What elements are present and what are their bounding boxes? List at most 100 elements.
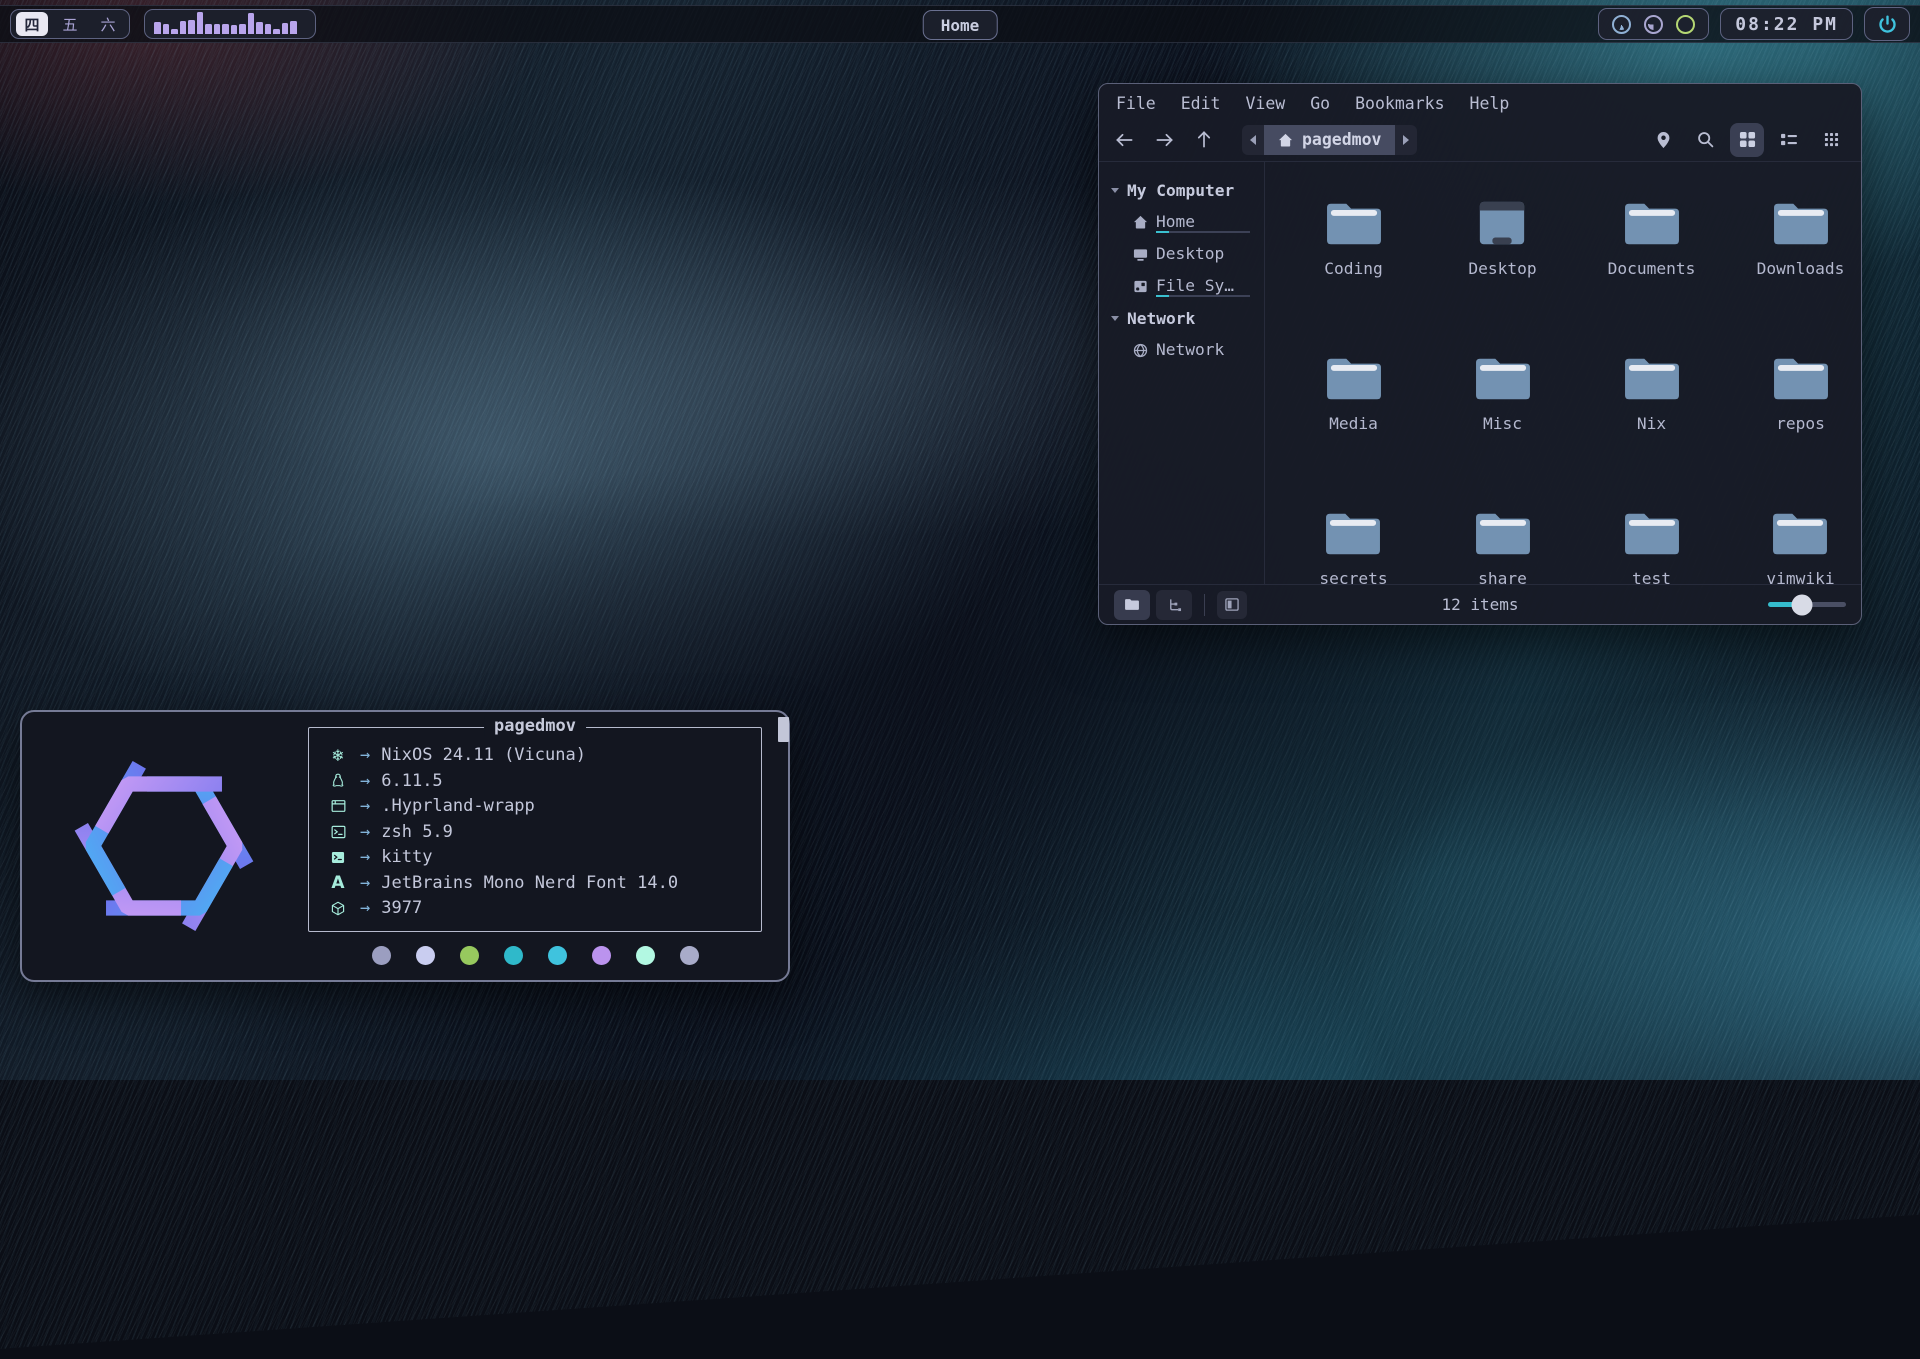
shell-value: zsh 5.9 xyxy=(381,822,453,842)
folder-icon xyxy=(1472,508,1534,560)
places-pane-button[interactable] xyxy=(1114,590,1150,620)
home-icon xyxy=(1278,133,1293,147)
workspace-4[interactable]: 四 xyxy=(16,12,48,36)
network-globe-icon xyxy=(1132,343,1148,358)
folder-icon xyxy=(1472,353,1534,405)
fastfetch-row-shell: → zsh 5.9 xyxy=(325,819,745,845)
visualizer-bar xyxy=(214,24,221,34)
arrow-glyph: → xyxy=(360,847,370,867)
compact-view-icon xyxy=(1824,132,1839,147)
sidebar-section-network[interactable]: Network xyxy=(1111,302,1264,334)
arrow-glyph: → xyxy=(360,745,370,765)
visualizer-bar xyxy=(154,22,161,35)
visualizer-bar xyxy=(171,29,178,34)
system-gauges xyxy=(1598,8,1709,40)
fastfetch-frame: pagedmov ❄ → NixOS 24.11 (Vicuna) → 6.11… xyxy=(308,727,762,932)
sidebar-item-home[interactable]: Home xyxy=(1132,206,1264,238)
terminal-cursor xyxy=(778,717,789,742)
menu-help[interactable]: Help xyxy=(1470,94,1510,113)
icon-view-button[interactable] xyxy=(1730,123,1764,157)
arrow-glyph: → xyxy=(360,771,370,791)
active-window-title: Home xyxy=(923,10,998,40)
chevron-left-icon xyxy=(1250,135,1256,145)
folder-item-repos[interactable]: repos xyxy=(1770,331,1832,486)
sidebar-item-label: File Sy… xyxy=(1156,276,1250,297)
sidebar-item-desktop[interactable]: Desktop xyxy=(1132,238,1264,270)
nixos-logo xyxy=(66,748,262,944)
path-segment-home[interactable]: pagedmov xyxy=(1264,125,1395,155)
menu-view[interactable]: View xyxy=(1246,94,1286,113)
sidebar-item-label: Network xyxy=(1156,340,1250,361)
palette-dot xyxy=(372,946,391,965)
zoom-slider-knob[interactable] xyxy=(1792,594,1813,615)
sidebar-item-network[interactable]: Network xyxy=(1132,334,1264,366)
palette-dot xyxy=(636,946,655,965)
folder-label: Nix xyxy=(1637,414,1666,433)
visualizer-bar xyxy=(239,24,246,34)
location-button[interactable] xyxy=(1646,123,1680,157)
topbar-right-cluster: 08:22 PM xyxy=(1598,7,1910,41)
forward-button[interactable] xyxy=(1152,128,1176,152)
tree-pane-button[interactable] xyxy=(1156,590,1192,620)
separator xyxy=(1204,594,1205,616)
list-view-button[interactable] xyxy=(1772,123,1806,157)
folder-icon xyxy=(1621,353,1683,405)
folder-item-misc[interactable]: Misc xyxy=(1472,331,1534,486)
menu-file[interactable]: File xyxy=(1116,94,1156,113)
packages-icon xyxy=(325,901,351,916)
expander-icon xyxy=(1111,316,1119,321)
path-bar: pagedmov xyxy=(1242,125,1417,155)
sidebar-section-my-computer[interactable]: My Computer xyxy=(1111,174,1264,206)
tree-view-icon xyxy=(1167,598,1182,612)
folder-item-desktop[interactable]: Desktop xyxy=(1468,176,1536,331)
section-label: My Computer xyxy=(1127,181,1234,200)
menu-edit[interactable]: Edit xyxy=(1181,94,1221,113)
folder-item-downloads[interactable]: Downloads xyxy=(1757,176,1845,331)
wm-icon xyxy=(325,799,351,813)
folder-label: Media xyxy=(1329,414,1378,433)
nixos-icon: ❄ xyxy=(325,746,351,765)
arrow-right-icon xyxy=(1155,132,1174,148)
folder-label: Misc xyxy=(1483,414,1522,433)
compact-view-button[interactable] xyxy=(1814,123,1848,157)
workspace-6[interactable]: 六 xyxy=(92,12,124,36)
sidebar-item-label: Home xyxy=(1156,212,1250,233)
folder-icon xyxy=(1124,598,1140,611)
chevron-right-icon xyxy=(1403,135,1409,145)
palette-dot xyxy=(680,946,699,965)
workspace-5[interactable]: 五 xyxy=(54,12,86,36)
up-button[interactable] xyxy=(1192,128,1216,152)
filesystem-drive-icon xyxy=(1132,279,1148,294)
folder-item-nix[interactable]: Nix xyxy=(1621,331,1683,486)
folder-label: Downloads xyxy=(1757,259,1845,278)
list-view-icon xyxy=(1780,132,1798,147)
power-button[interactable] xyxy=(1864,7,1910,41)
shell-icon xyxy=(325,825,351,839)
back-button[interactable] xyxy=(1112,128,1136,152)
top-status-bar: 四 五 六 Home 08:22 PM xyxy=(0,5,1920,43)
font-value: JetBrains Mono Nerd Font 14.0 xyxy=(381,873,678,893)
grid-view-icon xyxy=(1739,131,1756,148)
menu-bookmarks[interactable]: Bookmarks xyxy=(1355,94,1444,113)
workspace-switcher: 四 五 六 xyxy=(10,9,130,39)
zoom-slider[interactable] xyxy=(1768,595,1846,615)
desktop-icon xyxy=(1132,247,1148,262)
file-manager-body: My Computer Home Desktop File Sy… xyxy=(1099,162,1861,584)
section-label: Network xyxy=(1127,309,1195,328)
path-scroll-left-button[interactable] xyxy=(1242,125,1264,155)
palette-dot xyxy=(460,946,479,965)
path-scroll-right-button[interactable] xyxy=(1395,125,1417,155)
search-button[interactable] xyxy=(1688,123,1722,157)
folder-label: Documents xyxy=(1608,259,1696,278)
visualizer-bar xyxy=(188,20,195,34)
sidebar-item-file-system[interactable]: File Sy… xyxy=(1132,270,1264,302)
folder-item-media[interactable]: Media xyxy=(1323,331,1385,486)
folder-item-documents[interactable]: Documents xyxy=(1608,176,1696,331)
menu-go[interactable]: Go xyxy=(1310,94,1330,113)
folder-icon xyxy=(1323,198,1385,250)
terminal-window: pagedmov ❄ → NixOS 24.11 (Vicuna) → 6.11… xyxy=(20,710,790,982)
folder-item-coding[interactable]: Coding xyxy=(1323,176,1385,331)
toggle-sidebar-button[interactable] xyxy=(1217,591,1247,619)
fastfetch-output: pagedmov ❄ → NixOS 24.11 (Vicuna) → 6.11… xyxy=(308,727,762,965)
toolbar: pagedmov xyxy=(1099,118,1861,162)
